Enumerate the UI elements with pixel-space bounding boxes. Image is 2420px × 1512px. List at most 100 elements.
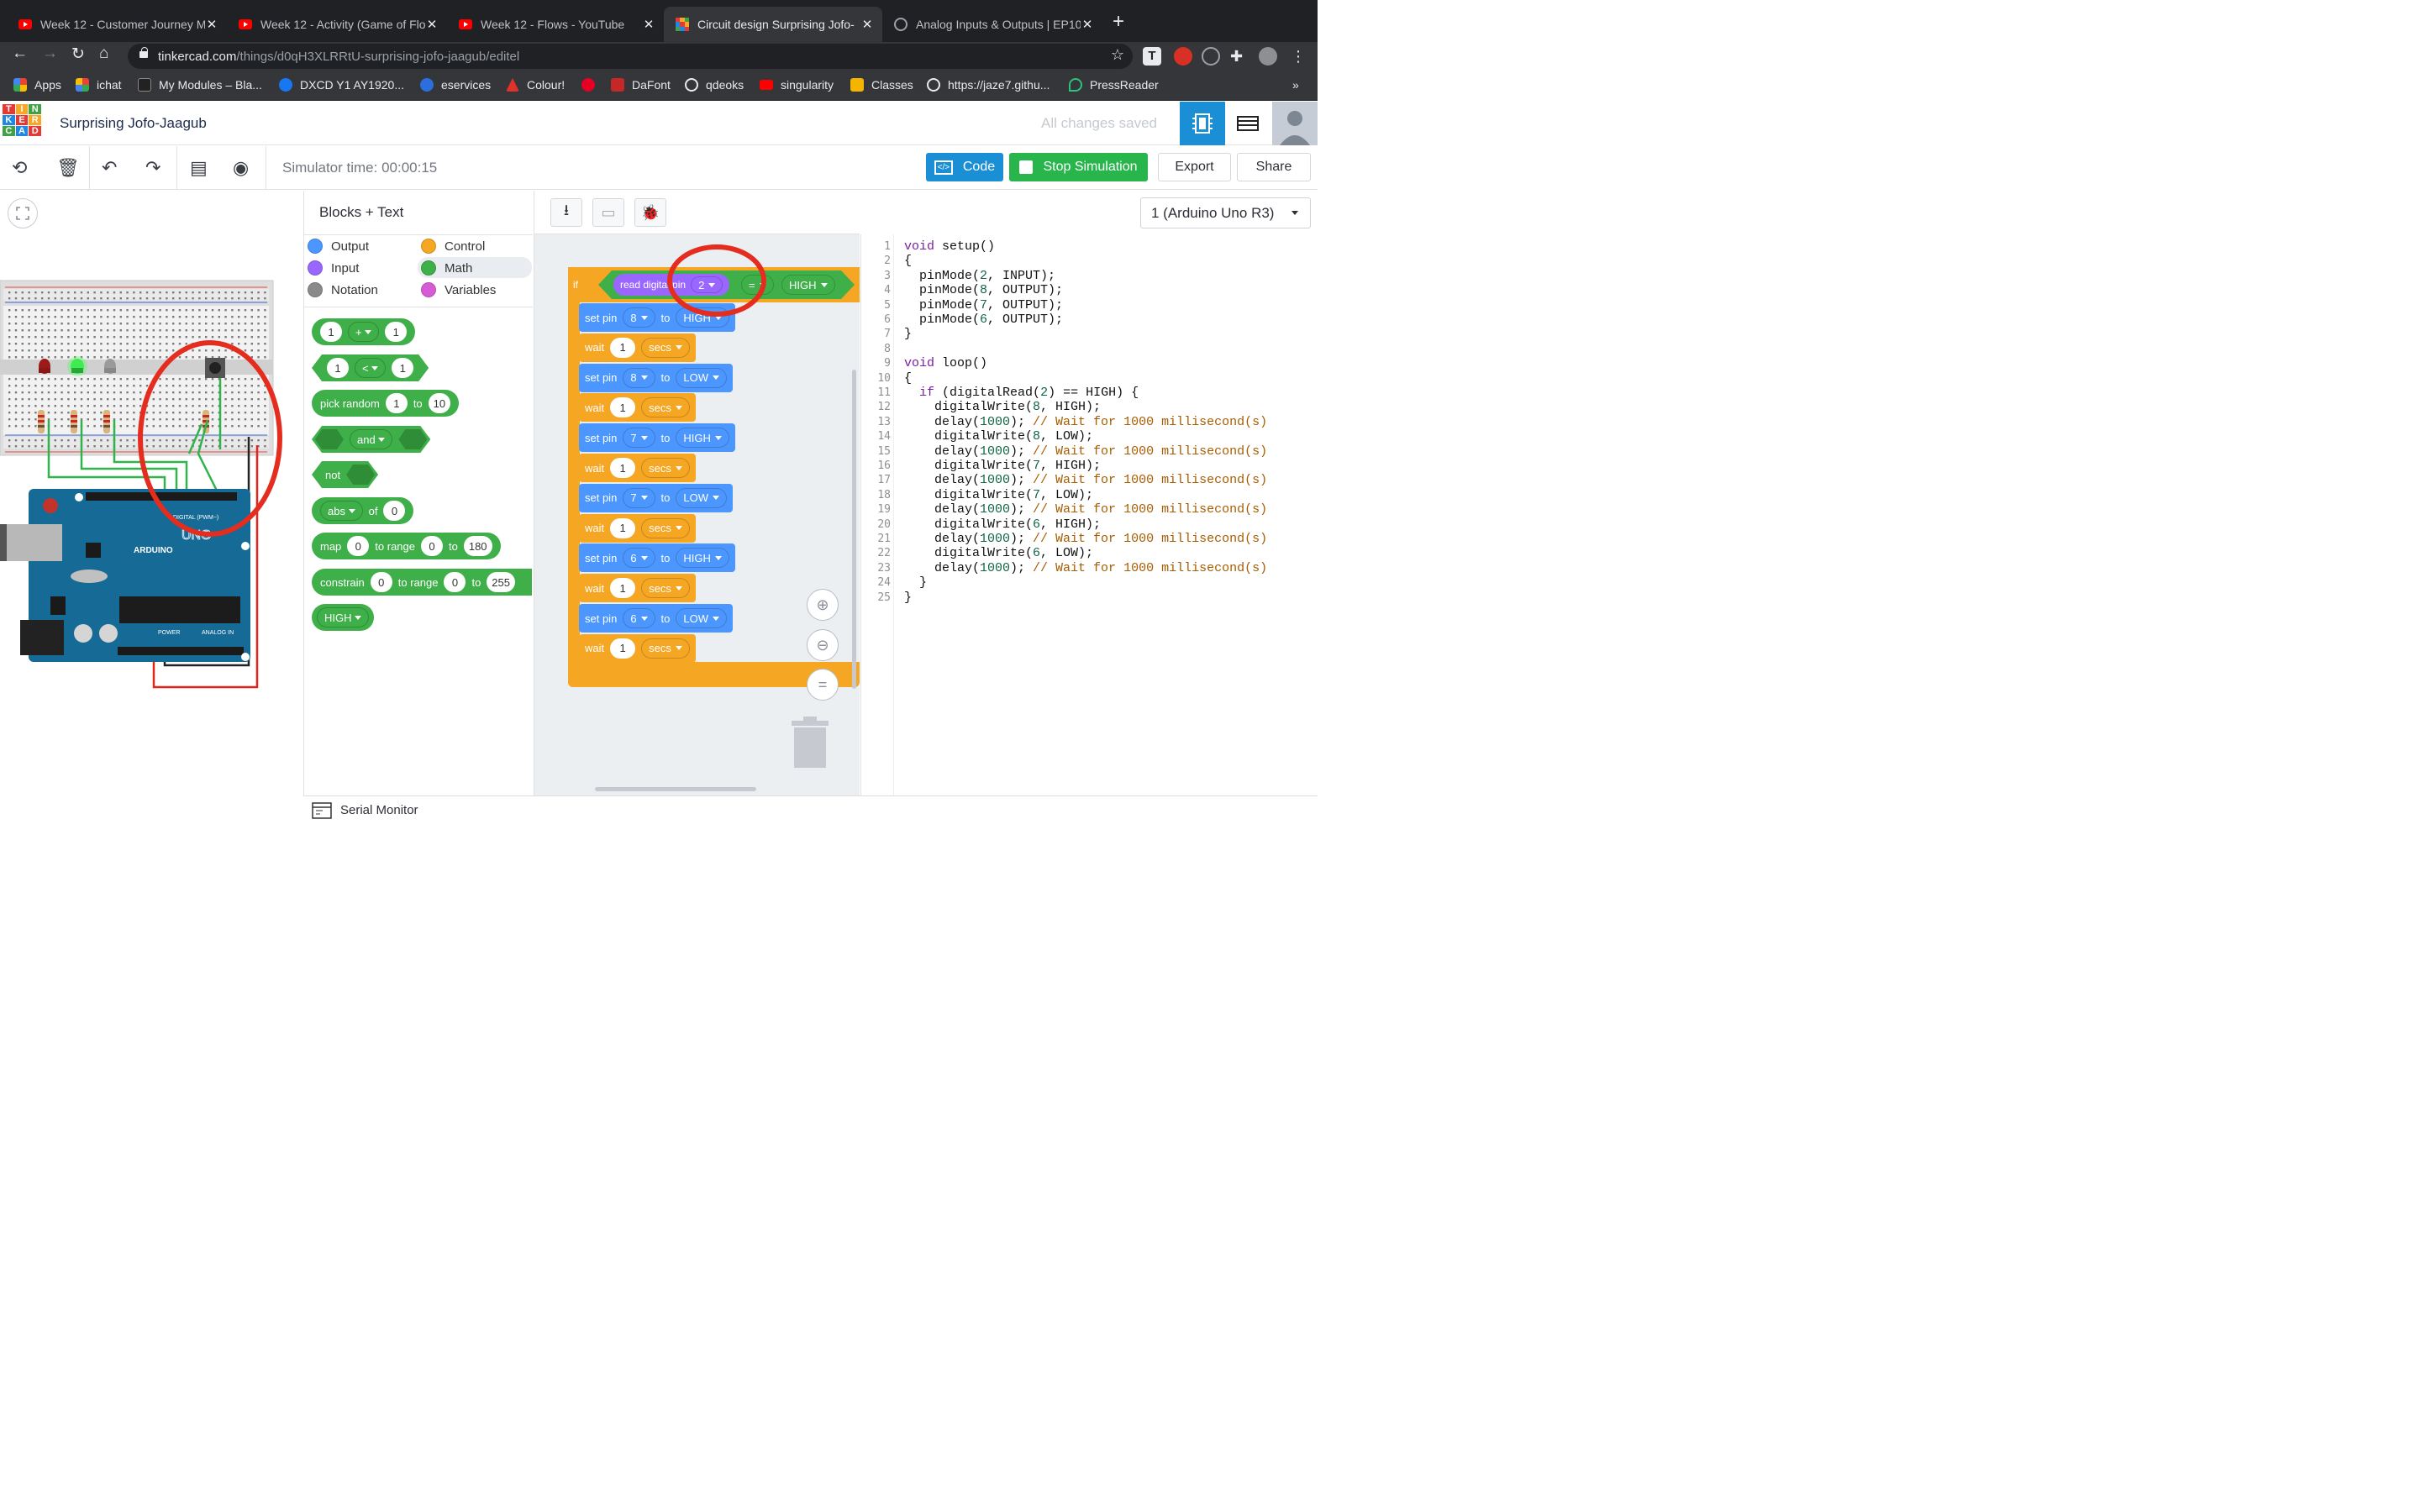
- back-arrow-icon[interactable]: ←: [12, 45, 28, 63]
- code-line[interactable]: digitalWrite(7, HIGH);: [904, 459, 1101, 473]
- browser-tab-1[interactable]: Week 12 - Customer Journey M ✕: [7, 7, 227, 42]
- code-line[interactable]: pinMode(6, OUTPUT);: [904, 312, 1063, 327]
- map-high[interactable]: 180: [463, 536, 492, 556]
- code-line[interactable]: void setup(): [904, 239, 995, 254]
- bookmark-apps[interactable]: Apps: [13, 78, 61, 92]
- wait-block[interactable]: wait 1 secs: [579, 633, 696, 663]
- extensions-puzzle-icon[interactable]: ✚: [1230, 47, 1249, 66]
- profile-avatar[interactable]: [1259, 47, 1277, 66]
- zoom-to-fit-button[interactable]: [8, 198, 38, 228]
- unit-dropdown[interactable]: secs: [641, 638, 690, 659]
- wait-amount[interactable]: 1: [610, 337, 636, 358]
- trash-icon[interactable]: 🗑: [56, 157, 80, 179]
- block-constrain[interactable]: constrain 0 to range 0 to 255: [312, 569, 532, 596]
- level-dropdown[interactable]: HIGH: [676, 548, 729, 569]
- schematic-view-button[interactable]: [1225, 102, 1270, 145]
- home-icon[interactable]: ⌂: [99, 45, 108, 63]
- project-name[interactable]: Surprising Jofo-Jaagub: [60, 115, 207, 132]
- bookmark-star-icon[interactable]: ☆: [1111, 46, 1124, 64]
- code-line[interactable]: delay(1000); // Wait for 1000 millisecon…: [904, 415, 1267, 429]
- library-icon[interactable]: ▭: [592, 198, 624, 227]
- bookmark-colour[interactable]: Colour!: [506, 78, 565, 92]
- bookmark-dafont[interactable]: DaFont: [611, 78, 671, 92]
- set-pin-block[interactable]: set pin 6 to HIGH: [579, 543, 735, 573]
- value-dropdown[interactable]: HIGH: [781, 275, 835, 295]
- bookmark-qdeoks[interactable]: qdeoks: [685, 78, 744, 92]
- visibility-icon[interactable]: ◉: [233, 157, 249, 179]
- block-and[interactable]: and: [312, 426, 430, 453]
- extension-sync-icon[interactable]: [1202, 47, 1220, 66]
- random-to[interactable]: 10: [428, 393, 451, 413]
- pin-dropdown[interactable]: 7: [623, 428, 655, 449]
- bookmark-singularity[interactable]: singularity: [760, 78, 834, 92]
- level-dropdown[interactable]: LOW: [676, 367, 728, 388]
- workspace-vertical-scrollbar[interactable]: [852, 370, 856, 689]
- pin-dropdown[interactable]: 6: [623, 548, 655, 569]
- wait-block[interactable]: wait 1 secs: [579, 513, 696, 543]
- browser-tab-active[interactable]: Circuit design Surprising Jofo- ✕: [664, 7, 882, 42]
- wait-block[interactable]: wait 1 secs: [579, 333, 696, 362]
- map-value[interactable]: 0: [347, 536, 370, 556]
- category-output[interactable]: Output: [308, 239, 369, 254]
- share-button[interactable]: Share: [1237, 153, 1311, 181]
- map-low[interactable]: 0: [421, 536, 443, 556]
- code-line[interactable]: }: [904, 327, 912, 341]
- rotate-icon[interactable]: ⟲: [12, 157, 27, 179]
- wait-amount[interactable]: 1: [610, 458, 636, 478]
- operand-a[interactable]: 1: [327, 358, 349, 378]
- bookmark-pinterest[interactable]: [581, 78, 602, 92]
- zoom-out-button[interactable]: ⊖: [807, 629, 839, 661]
- set-pin-block[interactable]: set pin 7 to HIGH: [579, 423, 735, 453]
- close-icon[interactable]: ✕: [642, 17, 655, 32]
- set-pin-block[interactable]: set pin 8 to LOW: [579, 363, 734, 392]
- and-dropdown[interactable]: and: [350, 429, 392, 449]
- block-not[interactable]: not: [312, 461, 378, 488]
- forward-arrow-icon[interactable]: →: [42, 45, 58, 63]
- constrain-low[interactable]: 0: [444, 572, 466, 592]
- menu-kebab-icon[interactable]: ⋮: [1291, 47, 1309, 66]
- code-line[interactable]: delay(1000); // Wait for 1000 millisecon…: [904, 473, 1267, 487]
- extension-t-icon[interactable]: T: [1143, 47, 1161, 66]
- abs-dropdown[interactable]: abs: [320, 501, 363, 521]
- code-line[interactable]: digitalWrite(8, LOW);: [904, 429, 1093, 444]
- category-variables[interactable]: Variables: [421, 282, 496, 297]
- unit-dropdown[interactable]: secs: [641, 337, 690, 358]
- close-icon[interactable]: ✕: [205, 17, 218, 32]
- code-button[interactable]: </> Code: [926, 153, 1003, 181]
- code-line[interactable]: pinMode(7, OUTPUT);: [904, 298, 1063, 312]
- wait-block[interactable]: wait 1 secs: [579, 393, 696, 423]
- category-math[interactable]: Math: [421, 260, 472, 276]
- user-avatar[interactable]: [1272, 102, 1318, 145]
- close-icon[interactable]: ✕: [1081, 17, 1094, 32]
- abs-value[interactable]: 0: [383, 501, 406, 521]
- led-white[interactable]: [104, 359, 116, 374]
- condition-slot[interactable]: [398, 429, 427, 449]
- circuit-view-button[interactable]: [1180, 102, 1225, 145]
- serial-monitor-bar[interactable]: Serial Monitor: [303, 795, 1318, 823]
- editor-mode-select[interactable]: Blocks + Text: [319, 204, 403, 221]
- reload-icon[interactable]: ↻: [71, 45, 85, 64]
- board-select[interactable]: 1 (Arduino Uno R3): [1140, 197, 1311, 228]
- wait-amount[interactable]: 1: [610, 578, 636, 599]
- code-line[interactable]: digitalWrite(6, HIGH);: [904, 517, 1101, 532]
- block-pick-random[interactable]: pick random 1 to 10: [312, 390, 460, 417]
- redo-icon[interactable]: ↷: [145, 157, 160, 179]
- close-icon[interactable]: ✕: [425, 17, 439, 32]
- high-dropdown[interactable]: HIGH: [317, 607, 370, 627]
- condition-slot[interactable]: [315, 429, 344, 449]
- pin-dropdown[interactable]: 8: [623, 367, 655, 388]
- operator-dropdown[interactable]: +: [348, 322, 380, 342]
- address-bar[interactable]: tinkercad.com/things/d0qH3XLRRtU-surpris…: [128, 44, 1133, 69]
- stop-simulation-button[interactable]: Stop Simulation: [1009, 153, 1148, 181]
- unit-dropdown[interactable]: secs: [641, 397, 690, 418]
- wait-block[interactable]: wait 1 secs: [579, 454, 696, 482]
- pin-dropdown[interactable]: 8: [623, 307, 655, 328]
- code-line[interactable]: delay(1000); // Wait for 1000 millisecon…: [904, 532, 1267, 546]
- code-line[interactable]: digitalWrite(7, LOW);: [904, 488, 1093, 502]
- zoom-reset-button[interactable]: =: [807, 669, 839, 701]
- bookmarks-overflow-icon[interactable]: »: [1292, 78, 1299, 92]
- block-compare[interactable]: 1 < 1: [312, 354, 429, 381]
- trash-can-icon[interactable]: [790, 716, 832, 769]
- unit-dropdown[interactable]: secs: [641, 578, 690, 599]
- bookmark-eservices[interactable]: eservices: [420, 78, 491, 92]
